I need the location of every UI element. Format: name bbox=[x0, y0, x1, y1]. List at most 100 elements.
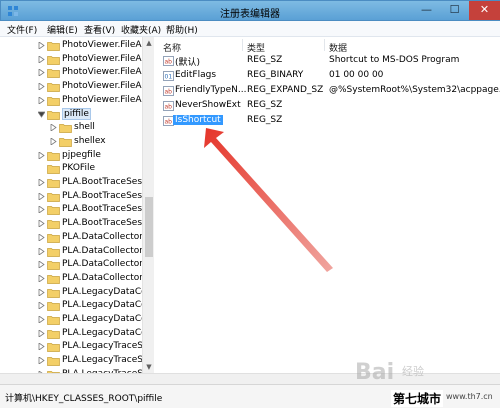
chevron-down-icon[interactable] bbox=[38, 111, 45, 118]
value-row[interactable]: ab (默认) REG_SZ Shortcut to MS-DOS Program bbox=[158, 54, 500, 68]
folder-icon bbox=[47, 55, 60, 65]
tree-item[interactable]: PLA.LegacyDataColl bbox=[0, 313, 142, 327]
menu-view[interactable]: 查看(V) bbox=[84, 23, 115, 36]
folder-icon bbox=[47, 110, 60, 120]
value-name: EditFlags bbox=[175, 70, 217, 80]
value-row[interactable]: ab NeverShowExt REG_SZ bbox=[158, 99, 500, 113]
tree-item[interactable]: PLA.LegacyTraceSes bbox=[0, 340, 142, 354]
scroll-up-icon[interactable]: ▲ bbox=[143, 37, 155, 49]
chevron-right-icon[interactable] bbox=[38, 357, 45, 365]
close-button[interactable]: ✕ bbox=[469, 1, 500, 20]
folder-icon bbox=[47, 247, 60, 257]
tree-item-label: PhotoViewer.FileAss bbox=[62, 94, 142, 105]
chevron-right-icon[interactable] bbox=[38, 247, 45, 255]
chevron-right-icon[interactable] bbox=[38, 343, 45, 351]
tree-item-label: PLA.DataCollectorSe bbox=[62, 231, 142, 242]
site-watermark: 第七城市 bbox=[391, 390, 444, 407]
chevron-right-icon[interactable] bbox=[38, 55, 45, 63]
column-header-type[interactable]: 类型 bbox=[247, 41, 265, 54]
folder-icon bbox=[47, 343, 60, 353]
registry-key-tree[interactable]: PhotoViewer.FileAss PhotoViewer.FileAss Ph… bbox=[0, 37, 154, 373]
tree-item[interactable]: shellex bbox=[0, 135, 142, 149]
menu-edit[interactable]: 编辑(E) bbox=[47, 23, 78, 36]
tree-item[interactable]: PLA.LegacyTraceSes bbox=[0, 354, 142, 368]
tree-item[interactable]: PhotoViewer.FileAss bbox=[0, 94, 142, 108]
tree-item[interactable]: PLA.LegacyDataColl bbox=[0, 299, 142, 313]
folder-icon bbox=[47, 96, 60, 106]
tree-item[interactable]: piffile bbox=[0, 107, 142, 122]
menu-favorites[interactable]: 收藏夹(A) bbox=[121, 23, 161, 36]
tree-item[interactable]: PLA.DataCollectorSe bbox=[0, 258, 142, 272]
value-data: Shortcut to MS-DOS Program bbox=[329, 55, 460, 65]
tree-item-label: piffile bbox=[62, 107, 91, 120]
tree-item-label: PLA.BootTraceSessi bbox=[62, 218, 142, 229]
minimize-button[interactable]: — bbox=[413, 1, 440, 20]
column-divider[interactable] bbox=[242, 39, 243, 51]
chevron-right-icon[interactable] bbox=[38, 192, 45, 200]
scrollbar-thumb[interactable] bbox=[145, 197, 153, 257]
chevron-right-icon[interactable] bbox=[38, 179, 45, 186]
folder-icon bbox=[47, 69, 60, 79]
column-header-name[interactable]: 名称 bbox=[163, 41, 181, 54]
tree-vertical-scrollbar[interactable]: ▲ ▼ bbox=[142, 37, 154, 373]
chevron-right-icon[interactable] bbox=[38, 69, 45, 77]
tree-item[interactable]: PLA.LegacyDataColl bbox=[0, 286, 142, 300]
tree-item[interactable]: PLA.BootTraceSessi bbox=[0, 217, 142, 231]
svg-text:ab: ab bbox=[165, 104, 173, 111]
tree-item[interactable]: PLA.DataCollectorSe bbox=[0, 272, 142, 286]
tree-item[interactable]: PLA.BootTraceSessi bbox=[0, 190, 142, 204]
horizontal-scrollbar[interactable] bbox=[0, 373, 500, 384]
tree-item[interactable]: PLA.BootTraceSessi bbox=[0, 203, 142, 217]
tree-item[interactable]: PhotoViewer.FileAss bbox=[0, 66, 142, 80]
tree-item[interactable]: pjpegfile bbox=[0, 149, 142, 163]
chevron-right-icon[interactable] bbox=[38, 274, 45, 282]
folder-icon bbox=[47, 206, 60, 216]
tree-item[interactable]: PhotoViewer.FileAss bbox=[0, 80, 142, 94]
tree-item[interactable]: PhotoViewer.FileAss bbox=[0, 39, 142, 53]
tree-item[interactable]: PhotoViewer.FileAss bbox=[0, 53, 142, 67]
tree-item-label: PLA.DataCollectorSe bbox=[62, 259, 142, 270]
tree-item[interactable]: PLA.LegacyDataColl bbox=[0, 327, 142, 341]
folder-icon bbox=[47, 233, 60, 243]
column-header-data[interactable]: 数据 bbox=[329, 41, 347, 54]
column-divider[interactable] bbox=[324, 39, 325, 51]
chevron-right-icon[interactable] bbox=[38, 151, 45, 159]
chevron-right-icon[interactable] bbox=[38, 220, 45, 228]
baidu-watermark-sub: 经验 bbox=[402, 365, 424, 378]
value-row[interactable]: 01 EditFlags REG_BINARY 01 00 00 00 bbox=[158, 69, 500, 83]
status-path: 计算机\HKEY_CLASSES_ROOT\piffile bbox=[5, 394, 163, 404]
tree-item-label: PLA.BootTraceSessi bbox=[62, 190, 142, 201]
chevron-right-icon[interactable] bbox=[38, 261, 45, 269]
binary-value-icon: 01 bbox=[163, 71, 174, 81]
folder-icon bbox=[47, 288, 60, 298]
svg-text:ab: ab bbox=[165, 119, 173, 126]
value-name: (默认) bbox=[175, 58, 201, 68]
chevron-right-icon[interactable] bbox=[38, 206, 45, 214]
chevron-right-icon[interactable] bbox=[38, 96, 45, 104]
value-row[interactable]: ab IsShortcut REG_SZ bbox=[158, 114, 500, 128]
value-row[interactable]: ab FriendlyTypeN... REG_EXPAND_SZ @%SystemR… bbox=[158, 84, 500, 98]
chevron-right-icon[interactable] bbox=[38, 316, 45, 323]
value-type: REG_SZ bbox=[247, 115, 283, 125]
chevron-right-icon[interactable] bbox=[38, 329, 45, 337]
tree-item[interactable]: PKOFile bbox=[0, 162, 142, 176]
tree-item[interactable]: PLA.DataCollectorSe bbox=[0, 245, 142, 259]
menu-file[interactable]: 文件(F) bbox=[7, 23, 37, 36]
tree-item[interactable]: PLA.DataCollectorSe bbox=[0, 231, 142, 245]
chevron-right-icon[interactable] bbox=[38, 288, 45, 296]
chevron-right-icon[interactable] bbox=[38, 302, 45, 310]
tree-item[interactable]: PLA.BootTraceSessi bbox=[0, 176, 142, 190]
chevron-right-icon[interactable] bbox=[50, 124, 57, 132]
chevron-right-icon[interactable] bbox=[38, 42, 45, 49]
tree-item-label: PLA.DataCollectorSe bbox=[62, 245, 142, 256]
menu-help[interactable]: 帮助(H) bbox=[166, 23, 198, 36]
chevron-right-icon[interactable] bbox=[50, 137, 57, 145]
tree-item-label: PLA.LegacyDataColl bbox=[62, 286, 142, 297]
chevron-right-icon[interactable] bbox=[38, 233, 45, 241]
tree-item[interactable]: shell bbox=[0, 121, 142, 135]
folder-icon bbox=[47, 83, 60, 92]
scroll-down-icon[interactable]: ▼ bbox=[143, 361, 155, 373]
registry-values-list[interactable]: 名称 类型 数据 ab (默认) REG_SZ Shortcut to MS-DOS … bbox=[158, 37, 500, 373]
maximize-button[interactable]: ☐ bbox=[441, 1, 468, 20]
chevron-right-icon[interactable] bbox=[38, 83, 45, 91]
